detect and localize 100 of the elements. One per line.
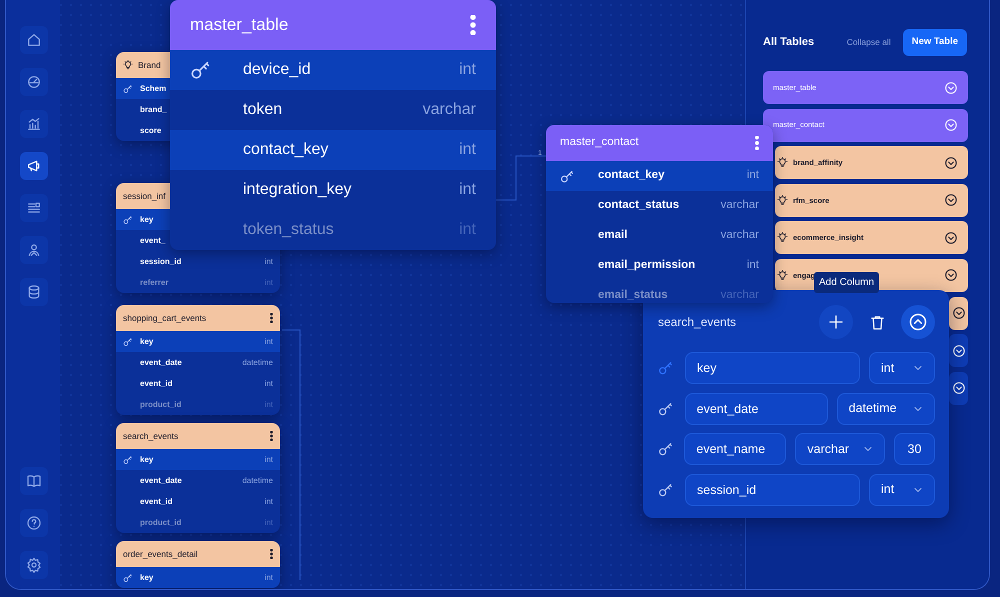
table-list-item[interactable] bbox=[949, 372, 968, 405]
table-row[interactable]: key int bbox=[116, 331, 280, 352]
sidebar-button[interactable] bbox=[20, 152, 48, 180]
table-row[interactable]: contact_status varchar bbox=[546, 191, 773, 221]
table-row[interactable]: key int bbox=[116, 449, 280, 470]
column-type: varchar bbox=[720, 198, 759, 214]
column-name: brand_ bbox=[140, 104, 167, 116]
table-row[interactable]: contact_key int bbox=[170, 130, 496, 170]
bulb-icon bbox=[777, 157, 788, 168]
column-name: token_status bbox=[243, 220, 334, 240]
chevron-up-icon bbox=[908, 312, 928, 332]
sidebar-button[interactable] bbox=[20, 551, 48, 579]
sidebar-button[interactable] bbox=[20, 194, 48, 222]
table-row[interactable]: event_ bbox=[116, 230, 170, 251]
bulb-icon bbox=[777, 270, 788, 281]
editor-title: search_events bbox=[658, 314, 736, 331]
table-list-item[interactable] bbox=[949, 334, 968, 368]
collapse-button[interactable] bbox=[901, 305, 935, 339]
add-column-button[interactable] bbox=[819, 305, 853, 339]
column-type: int bbox=[264, 496, 273, 508]
sidebar-button[interactable] bbox=[20, 467, 48, 495]
chevron-down-icon bbox=[952, 381, 966, 396]
sidebar-button[interactable] bbox=[20, 110, 48, 138]
table-row[interactable]: token varchar bbox=[170, 90, 496, 130]
column-name: key bbox=[140, 336, 154, 348]
column-type: int bbox=[264, 398, 273, 410]
column-name: contact_key bbox=[598, 168, 664, 184]
table-header[interactable]: master_table bbox=[170, 0, 496, 50]
database-icon bbox=[26, 284, 42, 300]
table-row[interactable]: session_id int bbox=[116, 251, 280, 272]
table-title: master_contact bbox=[560, 135, 639, 150]
table-title: search_events bbox=[123, 430, 178, 442]
column-name: token bbox=[243, 100, 282, 120]
table-row[interactable]: email_permission int bbox=[546, 251, 773, 281]
length-field[interactable]: 30 bbox=[894, 433, 935, 465]
table-row[interactable]: contact_key int bbox=[546, 161, 773, 191]
column-type: int bbox=[264, 256, 273, 268]
sidebar-button[interactable] bbox=[20, 26, 48, 54]
table-header[interactable]: order_events_detail bbox=[116, 541, 280, 567]
column-name: contact_status bbox=[598, 198, 680, 214]
table-row[interactable]: event_id int bbox=[116, 373, 280, 394]
table-list-item[interactable] bbox=[949, 296, 968, 330]
column-type: varchar bbox=[720, 228, 759, 244]
settings-icon bbox=[26, 557, 42, 573]
type-select[interactable]: datetime bbox=[836, 392, 935, 424]
column-type: datetime bbox=[242, 474, 273, 486]
column-name: contact_key bbox=[243, 140, 328, 160]
table-header[interactable]: Brand bbox=[116, 52, 170, 78]
column-name-field[interactable]: key bbox=[685, 352, 860, 384]
kebab-menu-icon bbox=[470, 15, 476, 35]
column-type: varchar bbox=[720, 288, 759, 303]
table-row[interactable]: event_date datetime bbox=[116, 352, 280, 373]
plus-icon bbox=[827, 313, 845, 331]
table-title: session_inf bbox=[123, 190, 166, 202]
people-icon bbox=[26, 242, 42, 258]
column-type: int bbox=[264, 276, 273, 288]
chevron-down-icon bbox=[944, 230, 958, 245]
type-select[interactable]: varchar bbox=[795, 433, 885, 465]
bulb-icon bbox=[123, 60, 133, 70]
column-type: datetime bbox=[242, 356, 273, 368]
sidebar-button[interactable] bbox=[20, 278, 48, 306]
column-name-field[interactable]: event_date bbox=[684, 392, 828, 424]
table-header[interactable]: search_events bbox=[116, 423, 280, 449]
table-row[interactable]: key int bbox=[116, 567, 280, 588]
column-name: key bbox=[140, 214, 154, 226]
gauge-icon bbox=[26, 74, 42, 90]
column-type: int bbox=[264, 454, 273, 466]
chevron-down-icon bbox=[944, 118, 958, 132]
column-type: int bbox=[746, 258, 759, 274]
trash-icon bbox=[868, 314, 886, 330]
column-name: email bbox=[598, 228, 628, 244]
table-row[interactable]: device_id int bbox=[170, 50, 496, 90]
type-select[interactable]: int bbox=[869, 352, 935, 384]
table-row[interactable]: brand_ bbox=[116, 99, 170, 120]
column-name-field[interactable]: session_id bbox=[685, 474, 860, 506]
table-row[interactable]: Schem bbox=[116, 78, 170, 99]
column-name: event_date bbox=[140, 474, 182, 486]
table-header[interactable]: shopping_cart_events bbox=[116, 305, 280, 331]
table-row[interactable]: event_id int bbox=[116, 491, 280, 512]
type-select[interactable]: int bbox=[869, 474, 935, 506]
new-table-button[interactable]: New Table bbox=[902, 29, 967, 56]
sidebar-button[interactable] bbox=[20, 236, 48, 264]
home-icon bbox=[26, 32, 42, 48]
column-type: int bbox=[264, 572, 273, 584]
table-header[interactable]: session_inf bbox=[116, 183, 170, 209]
column-type: int bbox=[459, 140, 476, 160]
table-row[interactable]: email varchar bbox=[546, 221, 773, 251]
column-name: event_date bbox=[140, 356, 182, 368]
kebab-menu-icon bbox=[270, 313, 273, 323]
sidebar-button[interactable] bbox=[20, 509, 48, 537]
column-name-field[interactable]: event_name bbox=[684, 433, 786, 465]
kebab-menu-icon bbox=[755, 136, 759, 150]
table-row[interactable]: score bbox=[116, 120, 170, 141]
column-name: session_id bbox=[140, 256, 182, 268]
table-header[interactable]: master_contact bbox=[546, 125, 773, 161]
table-row[interactable]: event_date datetime bbox=[116, 470, 280, 491]
collapse-all-link[interactable]: Collapse all bbox=[846, 36, 891, 49]
table-row[interactable]: integration_key int bbox=[170, 170, 496, 210]
table-row[interactable]: key bbox=[116, 209, 170, 230]
sidebar-button[interactable] bbox=[20, 68, 48, 96]
